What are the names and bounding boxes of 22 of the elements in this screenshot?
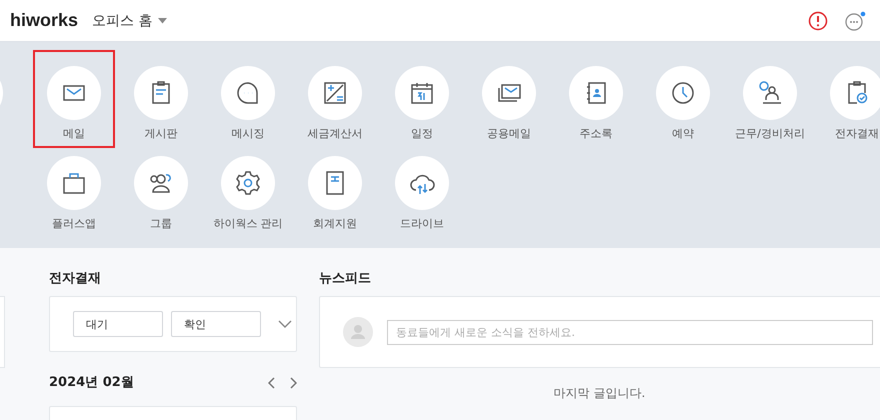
caret-icon	[158, 18, 168, 24]
app-tile[interactable]: 주소록	[555, 50, 637, 148]
approval-filter-button[interactable]: 확인	[171, 311, 261, 337]
app-tile[interactable]: 예약	[642, 50, 724, 148]
calendar-month: 2024년 02월	[49, 374, 135, 392]
office-home-dropdown[interactable]: 오피스 홈	[92, 12, 168, 30]
chevron-down-icon[interactable]	[278, 320, 292, 328]
post-input-field[interactable]: 동료들에게 새로운 소식을 전하세요.	[387, 320, 873, 344]
app-tile[interactable]: 메일	[33, 50, 115, 148]
end-of-feed-text: 마지막 글입니다.	[552, 385, 646, 402]
approval-filter-button[interactable]: 대기	[73, 311, 163, 337]
app-tile[interactable]: 근무/경비처리	[729, 50, 811, 148]
chevron-right-icon[interactable]	[289, 377, 297, 389]
chevron-left-icon[interactable]	[268, 377, 276, 389]
logo[interactable]: hiworks	[10, 10, 78, 31]
app-tile[interactable]: 공용메일	[468, 50, 550, 148]
section-title: 전자결재	[49, 270, 102, 288]
alert-icon[interactable]	[808, 10, 828, 30]
app-tile[interactable]: 전자결재	[816, 50, 880, 148]
more-icon[interactable]	[844, 10, 866, 30]
section-title: 뉴스피드	[319, 270, 372, 288]
avatar-icon	[343, 317, 373, 347]
